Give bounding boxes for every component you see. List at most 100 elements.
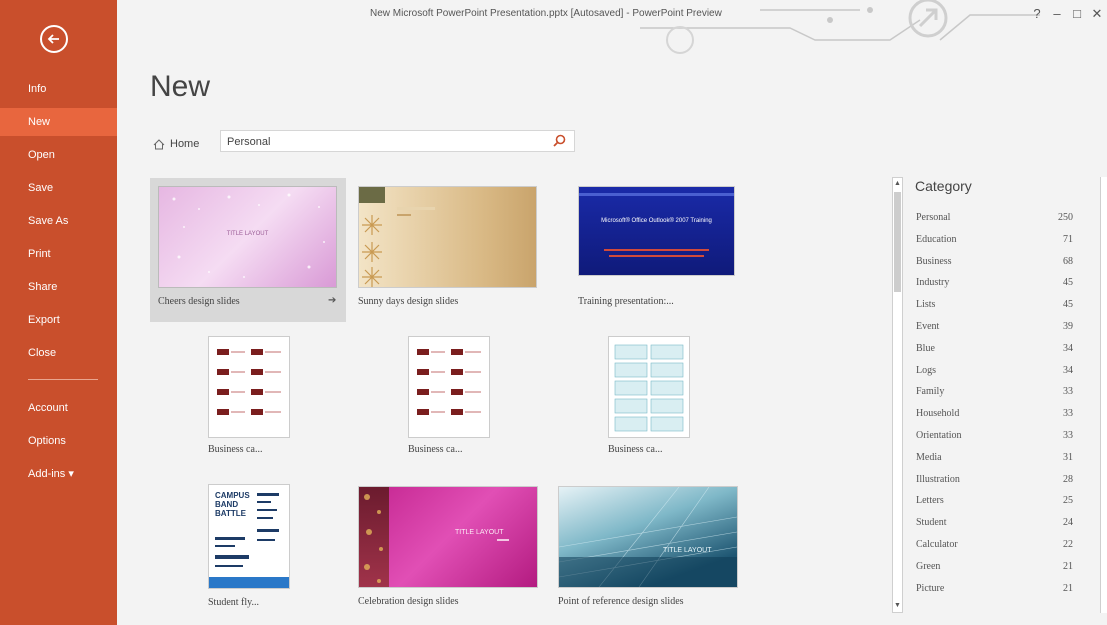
template-label: Sunny days design slides [358,296,459,307]
category-item-green[interactable]: Green 21 [913,556,1081,578]
template-label: Celebration design slides [358,596,459,607]
business-card-grid-icon [417,349,481,415]
template-label: Business ca... [408,444,463,455]
category-name: Green [916,560,941,572]
template-training-presentation[interactable]: Microsoft® Office Outlook® 2007 Training… [570,178,766,322]
scroll-up-icon[interactable]: ▲ [893,179,902,189]
scroll-down-icon[interactable]: ▼ [893,601,902,611]
template-sunny-days[interactable]: Sunny days design slides [350,178,546,322]
help-button[interactable]: ? [1027,6,1047,21]
category-count: 22 [1063,539,1073,550]
template-celebration[interactable]: TITLE LAYOUT Celebration design slides [350,478,546,614]
template-cheers[interactable]: TITLE LAYOUT Cheers design slides ➔ [150,178,346,322]
close-window-button[interactable]: ✕ [1087,6,1107,22]
pin-icon[interactable]: ➔ [328,295,336,306]
category-name: Illustration [916,473,960,485]
nav-open[interactable]: Open [0,141,117,169]
category-item-personal[interactable]: Personal 250 [913,207,1081,229]
sun-pattern-icon [359,187,435,287]
template-thumbnail [208,336,290,438]
category-name: Blue [916,342,935,354]
nav-save[interactable]: Save [0,174,117,202]
search-input[interactable] [221,131,549,153]
category-item-illustration[interactable]: Illustration 28 [913,469,1081,491]
category-item-orientation[interactable]: Orientation 33 [913,425,1081,447]
category-item-business[interactable]: Business 68 [913,251,1081,273]
back-button[interactable] [40,25,68,53]
category-title: Category [915,178,972,194]
business-card-grid-icon [614,344,684,432]
category-count: 33 [1063,386,1073,398]
thumbnail-caption: CAMPUS BAND BATTLE [215,491,250,518]
template-label: Training presentation:... [578,296,674,307]
category-item-student[interactable]: Student 24 [913,512,1081,534]
nav-account[interactable]: Account [0,394,117,422]
nav-save-as[interactable]: Save As [0,207,117,235]
nav-share[interactable]: Share [0,273,117,301]
category-item-letters[interactable]: Letters 25 [913,490,1081,512]
category-item-education[interactable]: Education 71 [913,229,1081,251]
perspective-grid-icon [559,487,737,587]
template-thumbnail [608,336,690,438]
template-label: Student fly... [208,597,260,608]
thumbnail-caption: TITLE LAYOUT [455,529,504,536]
nav-new[interactable]: New [0,108,117,136]
nav-divider [28,379,98,380]
minimize-button[interactable]: – [1047,6,1067,21]
nav-export[interactable]: Export [0,306,117,334]
template-business-cards-2[interactable]: Business ca... [400,330,520,460]
category-count: 24 [1063,517,1073,529]
category-scrollbar[interactable]: ▲ ▼ [892,177,903,613]
nav-close[interactable]: Close [0,339,117,367]
category-name: Calculator [916,539,958,550]
category-name: Education [916,233,957,245]
home-link[interactable]: Home [153,138,199,150]
template-student-flyer[interactable]: CAMPUS BAND BATTLE Student fly... [200,478,320,614]
category-item-industry[interactable]: Industry 45 [913,272,1081,294]
category-item-calculator[interactable]: Calculator 22 [913,534,1081,556]
category-item-blue[interactable]: Blue 34 [913,338,1081,360]
nav-print[interactable]: Print [0,240,117,268]
floral-pattern-icon [364,494,383,583]
category-name: Picture [916,582,945,594]
category-item-picture[interactable]: Picture 21 [913,578,1081,600]
category-count: 45 [1063,277,1073,289]
template-point-of-reference[interactable]: TITLE LAYOUT Point of reference design s… [550,478,746,614]
thumbnail-caption: TITLE LAYOUT [226,231,269,237]
nav-add-ins[interactable]: Add-ins ▾ [0,460,117,488]
scrollbar-thumb[interactable] [894,192,901,292]
search-icon[interactable] [553,134,566,147]
category-item-media[interactable]: Media 31 [913,447,1081,469]
category-count: 39 [1063,321,1073,332]
category-item-event[interactable]: Event 39 [913,316,1081,338]
template-search-box [220,130,575,153]
category-count: 250 [1058,212,1073,223]
window-controls: ? – □ ✕ [1027,6,1107,22]
template-label: Cheers design slides [158,296,240,307]
category-name: Event [916,321,940,332]
category-name: Industry [916,277,950,289]
category-count: 21 [1063,582,1073,594]
page-scrollbar[interactable] [1100,177,1107,613]
home-label: Home [170,138,200,150]
template-thumbnail [408,336,490,438]
category-count: 45 [1063,299,1073,311]
category-count: 28 [1063,473,1073,485]
template-business-cards-1[interactable]: Business ca... [200,330,320,460]
category-item-household[interactable]: Household 33 [913,403,1081,425]
category-count: 21 [1063,560,1073,572]
restore-button[interactable]: □ [1067,6,1087,21]
circuit-decoration-icon [640,0,1040,54]
nav-options[interactable]: Options [0,427,117,455]
category-item-lists[interactable]: Lists 45 [913,294,1081,316]
page-title: New [150,70,211,103]
template-business-cards-3[interactable]: Business ca... [600,330,720,460]
category-name: Business [916,255,952,267]
category-count: 25 [1063,495,1073,507]
nav-info[interactable]: Info [0,75,117,103]
category-name: Student [916,517,947,529]
business-card-grid-icon [217,349,281,415]
thumbnail-caption: Microsoft® Office Outlook® 2007 Training [601,218,712,224]
category-item-logs[interactable]: Logs 34 [913,360,1081,382]
category-item-family[interactable]: Family 33 [913,381,1081,403]
